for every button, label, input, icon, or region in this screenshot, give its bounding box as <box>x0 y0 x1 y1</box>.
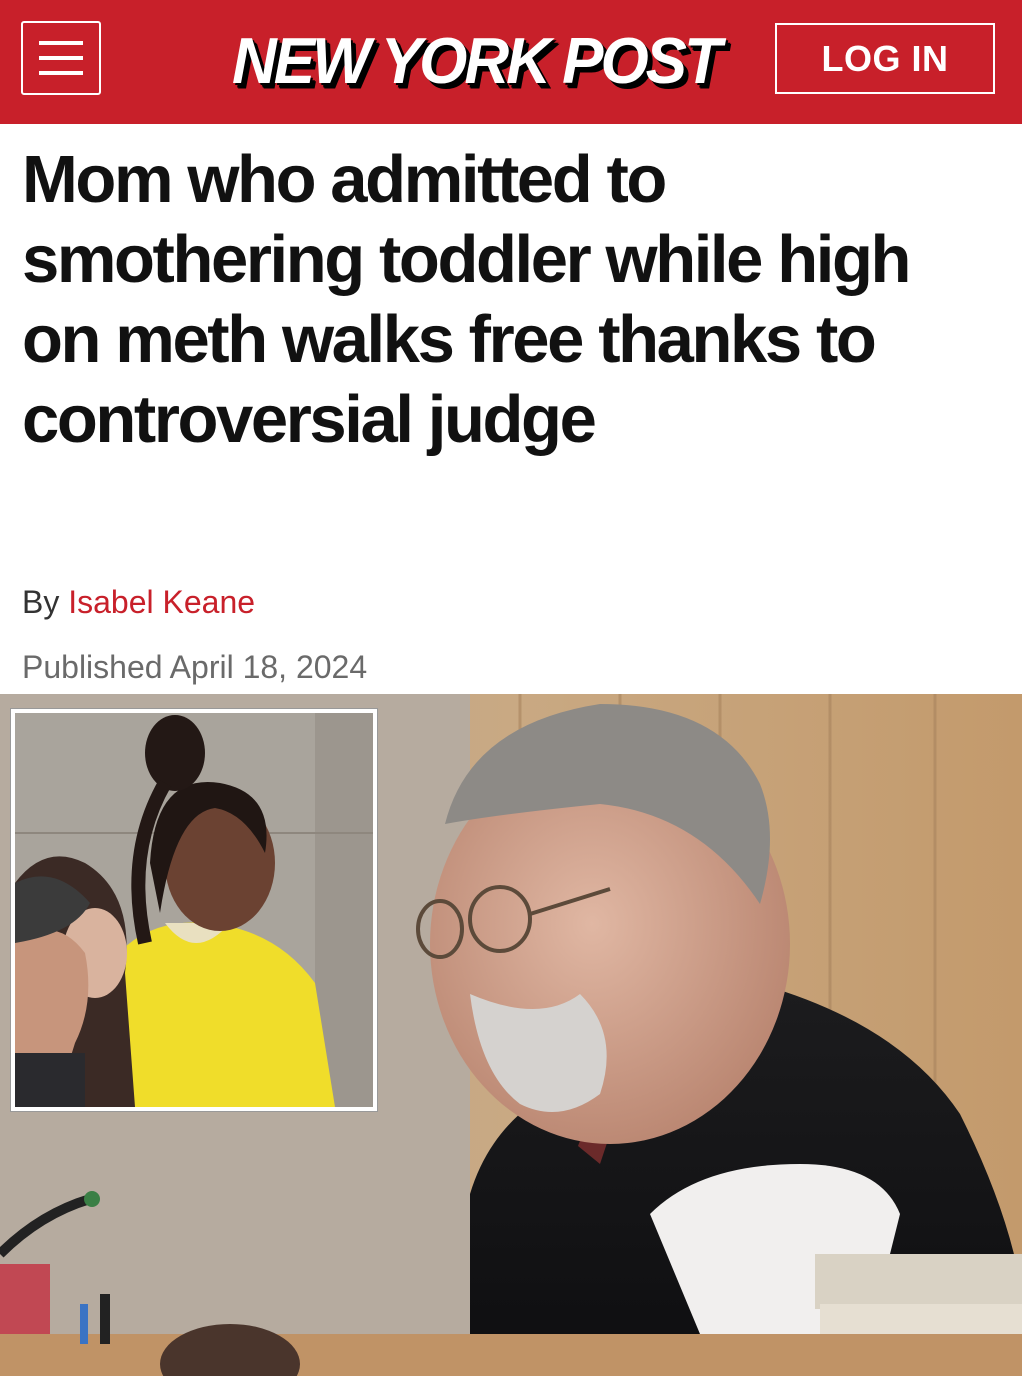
menu-button[interactable] <box>21 21 101 95</box>
byline-prefix: By <box>22 584 60 620</box>
login-button[interactable]: LOG IN <box>775 23 995 94</box>
site-header: NEW YORK POST LOG IN <box>0 0 1022 124</box>
publish-date: Published April 18, 2024 <box>22 649 368 685</box>
inset-photo <box>11 709 377 1111</box>
hamburger-menu-icon <box>39 41 83 75</box>
byline: By Isabel Keane <box>22 584 255 621</box>
author-link[interactable]: Isabel Keane <box>68 584 255 620</box>
article-headline: Mom who admitted to smothering toddler w… <box>22 142 911 457</box>
site-logo[interactable]: NEW YORK POST <box>232 20 722 102</box>
